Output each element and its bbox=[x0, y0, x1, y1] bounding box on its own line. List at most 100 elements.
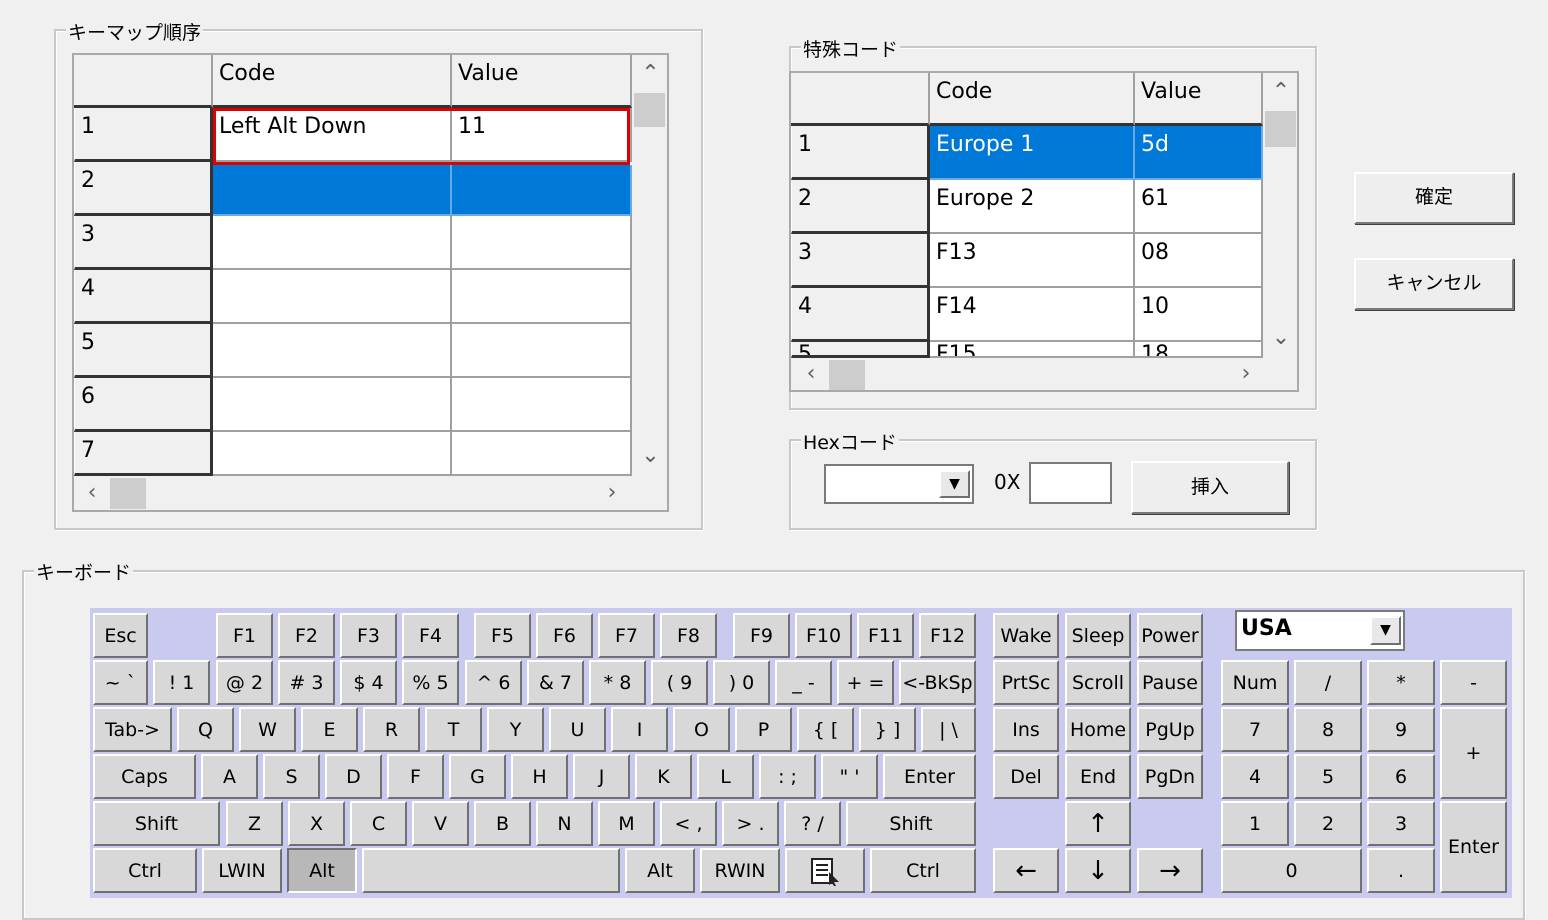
key-right-arrow[interactable]: → bbox=[1137, 848, 1203, 893]
chevron-down-icon[interactable]: ▼ bbox=[1370, 616, 1401, 645]
scroll-thumb[interactable] bbox=[110, 478, 146, 509]
key-kp5[interactable]: 5 bbox=[1294, 754, 1362, 799]
key-m[interactable]: M bbox=[598, 801, 655, 846]
key-f10[interactable]: F10 bbox=[795, 613, 852, 658]
key-8[interactable]: * 8 bbox=[589, 660, 646, 705]
special-cell-value[interactable]: 5d bbox=[1135, 126, 1263, 180]
keymap-cell-value[interactable] bbox=[452, 378, 632, 432]
key-tilde[interactable]: ~ ` bbox=[93, 660, 148, 705]
key-kp0[interactable]: 0 bbox=[1221, 848, 1362, 893]
key-4[interactable]: $ 4 bbox=[340, 660, 397, 705]
key-e[interactable]: E bbox=[301, 707, 358, 752]
key-sleep[interactable]: Sleep bbox=[1065, 613, 1131, 658]
keymap-row-num[interactable]: 6 bbox=[74, 378, 213, 432]
key-pgdn[interactable]: PgDn bbox=[1137, 754, 1203, 799]
keymap-cell-value[interactable] bbox=[452, 432, 632, 476]
keymap-grid[interactable]: Code Value 1 Left Alt Down 11 2 3 4 5 6 … bbox=[72, 53, 669, 512]
key-d[interactable]: D bbox=[325, 754, 382, 799]
key-f4[interactable]: F4 bbox=[402, 613, 459, 658]
key-u[interactable]: U bbox=[549, 707, 606, 752]
key-r[interactable]: R bbox=[363, 707, 420, 752]
key-menu[interactable] bbox=[785, 848, 865, 893]
key-v[interactable]: V bbox=[412, 801, 469, 846]
key-enter[interactable]: Enter bbox=[883, 754, 976, 799]
chevron-down-icon[interactable]: ▼ bbox=[939, 470, 970, 498]
key-kp8[interactable]: 8 bbox=[1294, 707, 1362, 752]
special-code-grid[interactable]: Code Value 1 Europe 1 5d 2 Europe 2 61 3… bbox=[789, 71, 1299, 392]
scroll-right-icon[interactable]: › bbox=[1234, 363, 1258, 385]
key-o[interactable]: O bbox=[673, 707, 730, 752]
keymap-col-value[interactable]: Value bbox=[452, 55, 632, 108]
key-b[interactable]: B bbox=[474, 801, 531, 846]
key-9[interactable]: ( 9 bbox=[651, 660, 708, 705]
special-cell-code[interactable]: Europe 1 bbox=[930, 126, 1135, 180]
key-kp9[interactable]: 9 bbox=[1367, 707, 1435, 752]
key-6[interactable]: ^ 6 bbox=[465, 660, 522, 705]
key-del[interactable]: Del bbox=[993, 754, 1059, 799]
key-y[interactable]: Y bbox=[487, 707, 544, 752]
special-row-num[interactable]: 4 bbox=[791, 288, 930, 342]
keymap-cell-value[interactable] bbox=[452, 270, 632, 324]
scroll-right-icon[interactable]: › bbox=[600, 482, 624, 504]
key-backspace[interactable]: <-BkSp bbox=[899, 660, 976, 705]
key-a[interactable]: A bbox=[201, 754, 258, 799]
special-cell-value[interactable]: 10 bbox=[1135, 288, 1263, 342]
key-kp-subtract[interactable]: - bbox=[1440, 660, 1507, 705]
key-left-shift[interactable]: Shift bbox=[93, 801, 220, 846]
keymap-cell-code[interactable] bbox=[213, 378, 452, 432]
key-f1[interactable]: F1 bbox=[216, 613, 273, 658]
keymap-cell-value[interactable] bbox=[452, 165, 632, 216]
key-right-ctrl[interactable]: Ctrl bbox=[870, 848, 976, 893]
key-colon[interactable]: : ; bbox=[759, 754, 816, 799]
key-kp-enter[interactable]: Enter bbox=[1440, 801, 1507, 893]
scroll-down-icon[interactable]: ⌄ bbox=[1263, 327, 1297, 349]
special-col-value[interactable]: Value bbox=[1135, 73, 1263, 126]
key-comma[interactable]: < , bbox=[660, 801, 717, 846]
key-n[interactable]: N bbox=[536, 801, 593, 846]
keymap-cell-value[interactable] bbox=[452, 216, 632, 270]
key-kp3[interactable]: 3 bbox=[1367, 801, 1435, 846]
keyboard-layout-select[interactable]: USA ▼ bbox=[1235, 610, 1405, 651]
key-numlock[interactable]: Num bbox=[1221, 660, 1289, 705]
scroll-up-icon[interactable]: ⌃ bbox=[1263, 81, 1297, 103]
key-l[interactable]: L bbox=[697, 754, 754, 799]
key-left-ctrl[interactable]: Ctrl bbox=[93, 848, 197, 893]
key-left-win[interactable]: LWIN bbox=[202, 848, 282, 893]
ok-button[interactable]: 確定 bbox=[1354, 172, 1514, 224]
key-t[interactable]: T bbox=[425, 707, 482, 752]
key-right-win[interactable]: RWIN bbox=[700, 848, 780, 893]
key-ins[interactable]: Ins bbox=[993, 707, 1059, 752]
key-c[interactable]: C bbox=[350, 801, 407, 846]
keymap-vertical-scrollbar[interactable]: ⌃ ⌄ bbox=[632, 55, 667, 476]
keymap-row-num[interactable]: 4 bbox=[74, 270, 213, 324]
key-kp-divide[interactable]: / bbox=[1294, 660, 1362, 705]
key-0[interactable]: ) 0 bbox=[713, 660, 770, 705]
special-cell-code[interactable]: F14 bbox=[930, 288, 1135, 342]
key-kp-add[interactable]: + bbox=[1440, 707, 1507, 799]
scroll-thumb[interactable] bbox=[634, 93, 665, 127]
key-kp4[interactable]: 4 bbox=[1221, 754, 1289, 799]
key-lbrace[interactable]: { [ bbox=[797, 707, 854, 752]
key-h[interactable]: H bbox=[511, 754, 568, 799]
key-left-arrow[interactable]: ← bbox=[993, 848, 1059, 893]
keymap-row-num[interactable]: 7 bbox=[74, 432, 213, 476]
key-f5[interactable]: F5 bbox=[474, 613, 531, 658]
key-i[interactable]: I bbox=[611, 707, 668, 752]
key-right-shift[interactable]: Shift bbox=[846, 801, 976, 846]
key-kp6[interactable]: 6 bbox=[1367, 754, 1435, 799]
key-kp7[interactable]: 7 bbox=[1221, 707, 1289, 752]
key-f8[interactable]: F8 bbox=[660, 613, 717, 658]
key-esc[interactable]: Esc bbox=[93, 613, 148, 658]
key-3[interactable]: # 3 bbox=[278, 660, 335, 705]
keymap-cell-code[interactable] bbox=[213, 324, 452, 378]
key-equal[interactable]: + = bbox=[837, 660, 894, 705]
key-down-arrow[interactable]: ↓ bbox=[1065, 848, 1131, 893]
keymap-row-num[interactable]: 5 bbox=[74, 324, 213, 378]
key-7[interactable]: & 7 bbox=[527, 660, 584, 705]
special-vertical-scrollbar[interactable]: ⌃ ⌄ bbox=[1263, 73, 1297, 358]
keymap-horizontal-scrollbar[interactable]: ‹ › bbox=[74, 476, 667, 510]
key-w[interactable]: W bbox=[239, 707, 296, 752]
special-row-num[interactable]: 5 bbox=[791, 342, 930, 358]
key-right-alt[interactable]: Alt bbox=[625, 848, 695, 893]
keymap-cell-code[interactable] bbox=[213, 270, 452, 324]
